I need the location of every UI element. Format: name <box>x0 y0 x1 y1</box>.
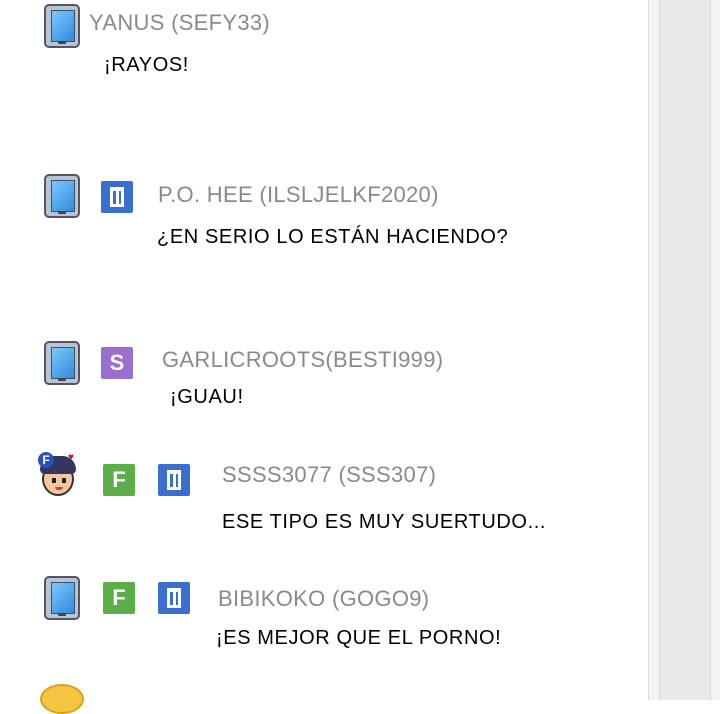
blue-level-badge-icon <box>158 464 190 496</box>
green-f-badge-icon: F <box>103 582 135 614</box>
chat-username[interactable]: BIBIKOKO (GOGO9) <box>218 586 429 612</box>
chat-message-text: ¡RAYOS! <box>104 54 189 76</box>
phone-icon <box>44 576 80 620</box>
chat-message: YANUS (SEFY33) ¡RAYOS! <box>0 0 640 96</box>
chat-message-text: ¡GUAU! <box>170 386 244 408</box>
chat-log: YANUS (SEFY33) ¡RAYOS! P.O. HEE (ILSLJEL… <box>0 0 648 714</box>
blue-level-badge-icon <box>101 181 133 213</box>
purple-s-badge-icon: S <box>101 347 133 379</box>
chat-username[interactable]: P.O. HEE (ILSLJELKF2020) <box>158 182 439 208</box>
chat-message: P.O. HEE (ILSLJELKF2020) ¿EN SERIO LO ES… <box>0 172 640 268</box>
chat-username[interactable]: YANUS (SEFY33) <box>89 10 270 36</box>
chat-message: S GARLICROOTS(BESTI999) ¡GUAU! <box>0 338 640 434</box>
chat-message-text: ¡ES MEJOR QUE EL PORNO! <box>216 627 502 649</box>
chat-username[interactable]: GARLICROOTS(BESTI999) <box>162 347 443 373</box>
phone-icon <box>44 341 80 385</box>
chat-message: F ♥ F SSSS3077 (SSS307) ESE TIPO ES MUY … <box>0 452 640 548</box>
chat-username[interactable]: SSSS3077 (SSS307) <box>222 462 436 488</box>
chat-message-text: ESE TIPO ES MUY SUERTUDO... <box>222 511 547 533</box>
phone-icon <box>44 174 80 218</box>
chat-message: F BIBIKOKO (GOGO9) ¡ES MEJOR QUE EL PORN… <box>0 572 640 668</box>
chat-message-text: ¿EN SERIO LO ESTÁN HACIENDO? <box>157 226 509 248</box>
green-f-badge-icon: F <box>103 464 135 496</box>
partial-avatar-icon <box>40 684 84 714</box>
character-avatar-icon: F ♥ <box>38 452 80 500</box>
scrollbar[interactable] <box>648 0 720 700</box>
phone-icon <box>44 4 80 48</box>
scrollbar-thumb[interactable] <box>659 0 711 700</box>
blue-level-badge-icon <box>158 582 190 614</box>
